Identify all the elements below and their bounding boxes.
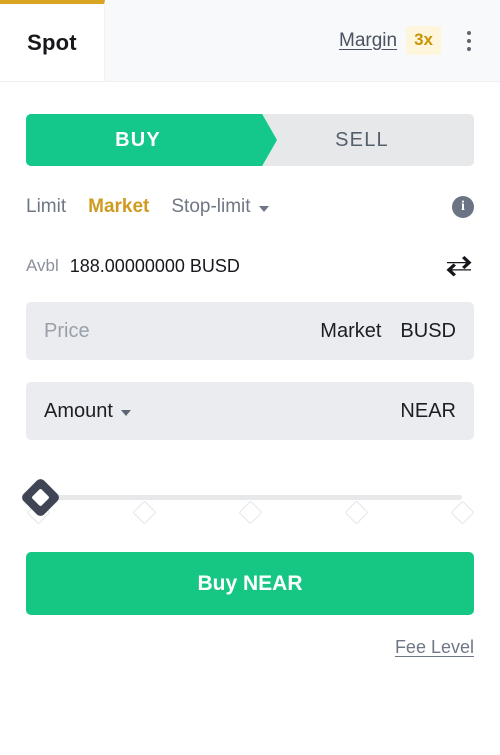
tabbar-right-group: Margin 3x (105, 0, 500, 81)
fee-level-link[interactable]: Fee Level (395, 637, 474, 658)
price-field-right: Market BUSD (320, 320, 456, 343)
amount-unit-label: NEAR (400, 399, 456, 422)
kebab-dot (467, 38, 471, 43)
trade-mode-tabbar: Spot Margin 3x (0, 0, 500, 82)
available-balance-label: Avbl (26, 256, 59, 275)
buy-tab-label: BUY (115, 128, 161, 151)
submit-buy-button-label: Buy NEAR (197, 571, 303, 595)
slider-tick-50[interactable] (237, 500, 263, 525)
order-type-stop-limit[interactable]: Stop-limit (171, 196, 269, 218)
transfer-swap-icon[interactable] (444, 254, 474, 278)
price-input-placeholder: Price (44, 319, 90, 342)
kebab-dot (467, 30, 471, 35)
price-unit-label: BUSD (400, 319, 456, 342)
amount-input-label: Amount (44, 399, 113, 422)
order-type-tabs: Limit Market Stop-limit i (26, 192, 474, 222)
price-mode-label: Market (320, 319, 382, 342)
sell-tab[interactable]: SELL (250, 114, 474, 166)
amount-percent-slider[interactable] (19, 476, 475, 525)
tab-spot[interactable]: Spot (0, 0, 105, 81)
buy-tab[interactable]: BUY (26, 114, 250, 166)
submit-buy-button[interactable]: Buy NEAR (26, 552, 474, 615)
sell-tab-label: SELL (335, 128, 389, 151)
fee-level-row: Fee Level (26, 637, 474, 658)
amount-input-row[interactable]: Amount NEAR (26, 382, 474, 440)
tab-margin-link[interactable]: Margin (339, 30, 397, 52)
price-field-left: Price (44, 320, 90, 343)
order-type-limit[interactable]: Limit (26, 196, 66, 218)
price-input-row[interactable]: Price Market BUSD (26, 302, 474, 360)
slider-tick-75[interactable] (343, 500, 369, 525)
available-balance-row: Avbl 188.00000000 BUSD (26, 252, 474, 280)
margin-leverage-badge[interactable]: 3x (406, 26, 441, 55)
slider-tick-100[interactable] (449, 500, 475, 525)
side-toggle-track: SELL BUY (26, 114, 474, 166)
amount-field-left[interactable]: Amount (44, 400, 131, 423)
order-type-stop-limit-label: Stop-limit (171, 196, 251, 217)
kebab-dot (467, 46, 471, 51)
order-form: SELL BUY Limit Market Stop-limit i Avbl … (0, 114, 500, 658)
chevron-down-icon (120, 410, 131, 416)
spot-trade-panel: Spot Margin 3x SELL BUY Limit Market Sto… (0, 0, 500, 755)
slider-tick-25[interactable] (131, 500, 157, 525)
slider-track[interactable] (25, 495, 475, 525)
chevron-down-icon (258, 206, 269, 212)
info-circle-icon[interactable]: i (452, 196, 474, 218)
available-balance-value: 188.00000000 BUSD (69, 255, 240, 276)
tab-spot-label: Spot (27, 29, 77, 55)
order-type-market[interactable]: Market (88, 196, 149, 218)
side-toggle: SELL BUY (26, 114, 474, 166)
kebab-menu-icon[interactable] (450, 21, 488, 61)
